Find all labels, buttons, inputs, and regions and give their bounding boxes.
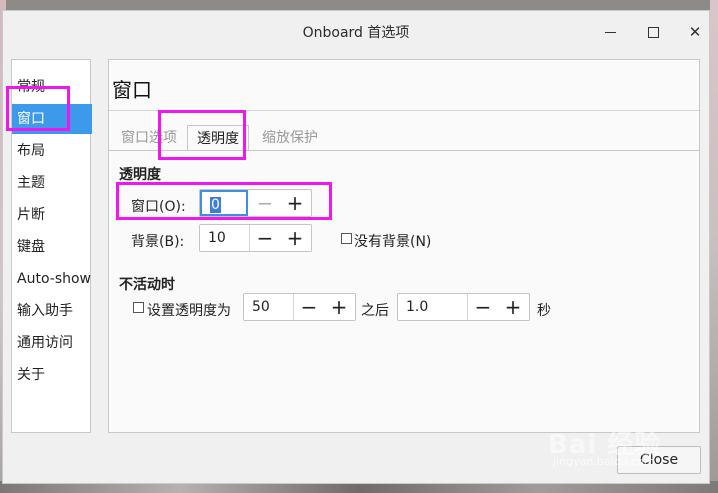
minimize-icon xyxy=(604,31,616,33)
sidebar-item-accessibility[interactable]: 通用访问 xyxy=(12,328,92,358)
close-window-button[interactable]: ✕ xyxy=(681,19,709,45)
plus-icon: + xyxy=(330,295,348,319)
set-opacity-label: 设置透明度为 xyxy=(147,303,231,319)
highlight-transparency-tab xyxy=(158,110,246,160)
highlight-window-opacity xyxy=(116,182,332,220)
close-icon: ✕ xyxy=(688,23,702,41)
inactive-opacity-input[interactable]: 50 xyxy=(244,294,294,320)
background-opacity-decrement[interactable]: − xyxy=(250,225,280,251)
highlight-sidebar-window xyxy=(6,86,70,131)
background-opacity-input[interactable]: 10 xyxy=(200,225,250,251)
maximize-icon xyxy=(647,26,659,38)
title-bar: Onboard 首选项 ✕ xyxy=(3,11,709,55)
preferences-window: Onboard 首选项 ✕ 常规 窗口 布局 主题 片断 键盘 Auto-sho… xyxy=(2,10,710,484)
delay-spinner[interactable]: 1.0 − + xyxy=(397,293,530,321)
minus-icon: − xyxy=(474,295,492,319)
seconds-label: 秒 xyxy=(537,303,551,319)
plus-icon: + xyxy=(286,226,304,250)
tab-zoom-protection[interactable]: 缩放保护 xyxy=(255,125,325,151)
background-opacity-increment[interactable]: + xyxy=(280,225,310,251)
sidebar-item-snippets[interactable]: 片断 xyxy=(12,200,92,230)
sidebar-item-theme[interactable]: 主题 xyxy=(12,168,92,198)
minus-icon: − xyxy=(256,226,274,250)
background-opacity-label: 背景(B): xyxy=(131,234,185,250)
minus-icon: − xyxy=(300,295,318,319)
watermark-url: jingyan.baidu.com xyxy=(553,455,655,468)
delay-decrement[interactable]: − xyxy=(468,294,498,320)
sidebar-item-input-assist[interactable]: 输入助手 xyxy=(12,296,92,326)
plus-icon: + xyxy=(504,295,522,319)
inactive-opacity-increment[interactable]: + xyxy=(324,294,354,320)
no-background-checkbox[interactable] xyxy=(341,233,352,244)
background-opacity-spinner[interactable]: 10 − + xyxy=(199,224,312,252)
set-opacity-checkbox[interactable] xyxy=(133,302,144,313)
delay-input[interactable]: 1.0 xyxy=(398,294,468,320)
inactive-heading: 不活动时 xyxy=(119,277,175,293)
sidebar-item-keyboard[interactable]: 键盘 xyxy=(12,232,92,262)
no-background-label: 没有背景(N) xyxy=(354,234,432,250)
transparency-heading: 透明度 xyxy=(119,167,161,183)
maximize-button[interactable] xyxy=(639,19,667,45)
sidebar-item-auto-show[interactable]: Auto-show xyxy=(12,264,92,294)
inactive-opacity-decrement[interactable]: − xyxy=(294,294,324,320)
inactive-opacity-spinner[interactable]: 50 − + xyxy=(243,293,356,321)
delay-increment[interactable]: + xyxy=(498,294,528,320)
sidebar-item-about[interactable]: 关于 xyxy=(12,360,92,390)
sidebar-item-layout[interactable]: 布局 xyxy=(12,136,92,166)
after-label: 之后 xyxy=(361,303,389,319)
minimize-button[interactable] xyxy=(596,19,624,45)
page-title: 窗口 xyxy=(112,78,152,102)
desktop-background-right xyxy=(710,0,718,493)
